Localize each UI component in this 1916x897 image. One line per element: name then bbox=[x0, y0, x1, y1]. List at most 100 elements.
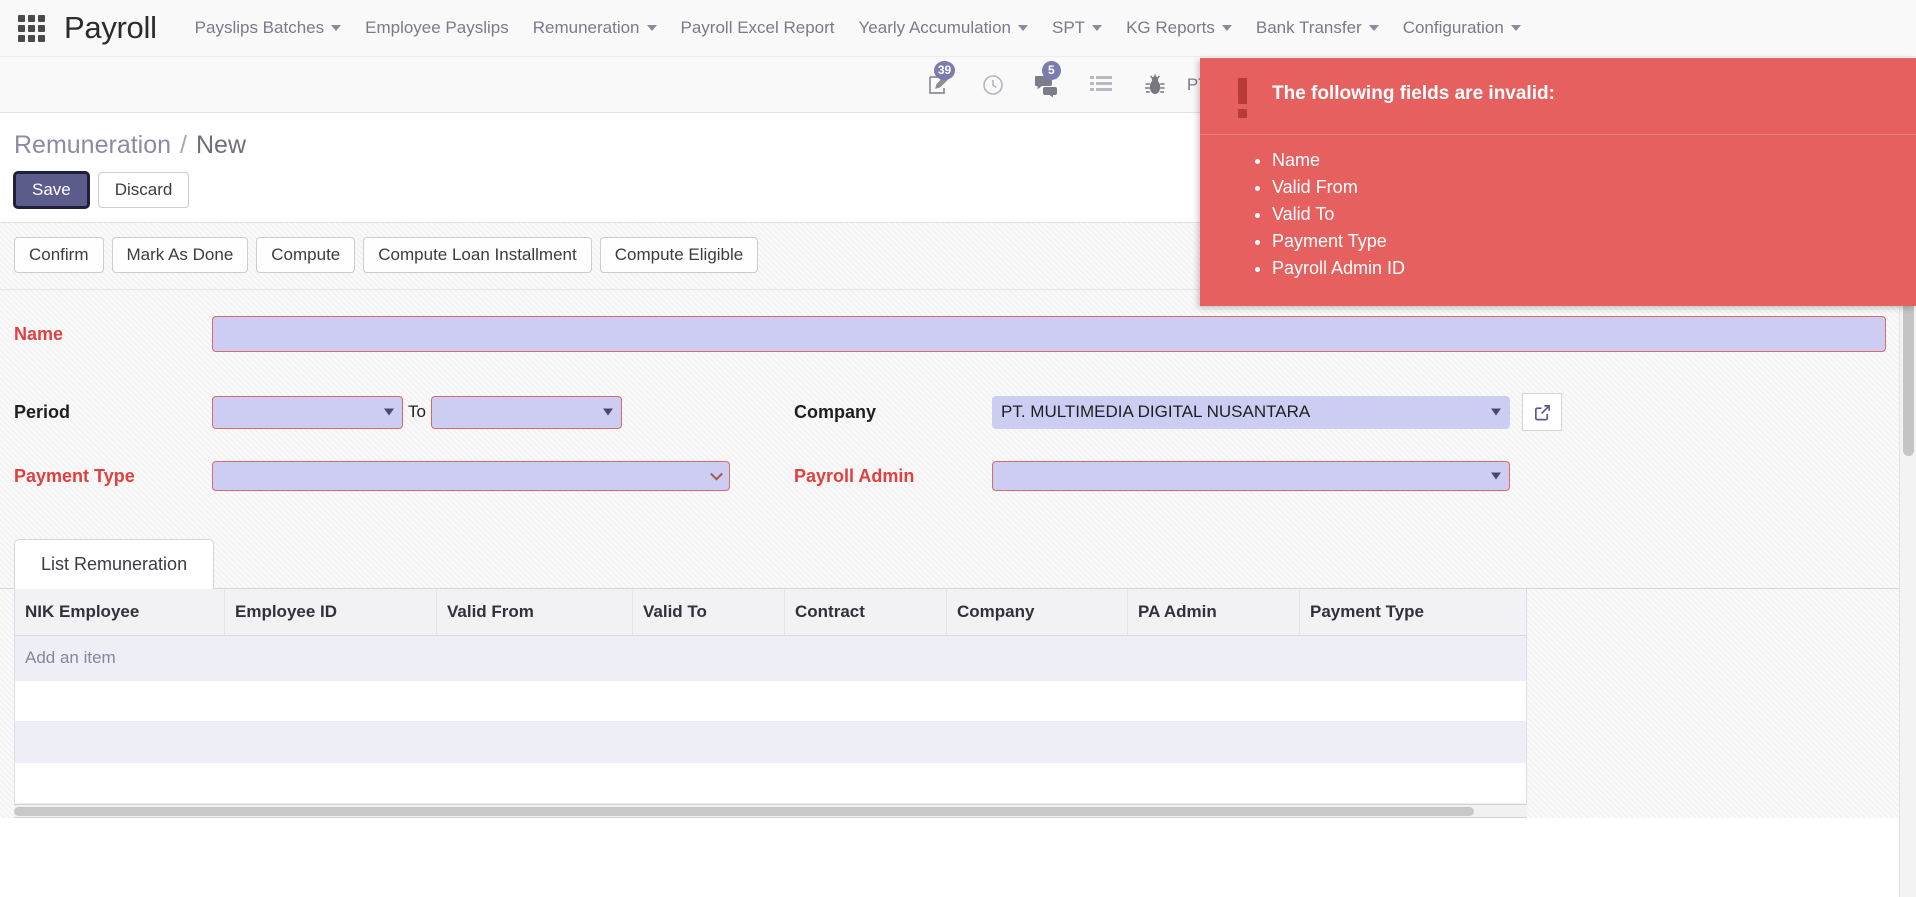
company-select-wrap bbox=[992, 395, 1510, 429]
validation-error-panel[interactable]: The following fields are invalid: Name V… bbox=[1200, 58, 1916, 307]
menu-label: Employee Payslips bbox=[365, 18, 509, 37]
menu-item-spt[interactable]: SPT bbox=[1040, 12, 1114, 44]
table-body: Add an item bbox=[14, 635, 1527, 804]
compute-button[interactable]: Compute bbox=[256, 237, 356, 273]
form-sheet: Confirm Mark As Done Compute Compute Loa… bbox=[0, 222, 1916, 818]
table-header-row: NIK Employee Employee ID Valid From Vali… bbox=[14, 589, 1527, 636]
menu-item-remuneration[interactable]: Remuneration bbox=[521, 12, 669, 44]
chevron-down-icon bbox=[1510, 25, 1521, 31]
error-panel-title: The following fields are invalid: bbox=[1272, 83, 1555, 104]
chevron-down-icon bbox=[1221, 25, 1232, 31]
col-contract[interactable]: Contract bbox=[784, 589, 947, 636]
scrollbar-thumb[interactable] bbox=[14, 807, 1474, 816]
systray-icons: 39 5 bbox=[925, 60, 1169, 100]
empty-cell bbox=[14, 762, 1527, 804]
debug-bug-icon[interactable] bbox=[1141, 70, 1169, 100]
invalid-field-item: Name bbox=[1272, 149, 1896, 172]
apps-grid-icon[interactable] bbox=[14, 11, 48, 45]
period-to-label: To bbox=[408, 402, 426, 421]
period-to-select[interactable] bbox=[430, 395, 622, 429]
menu-label: SPT bbox=[1052, 18, 1086, 37]
activities-badge: 39 bbox=[933, 60, 956, 80]
period-label: Period bbox=[14, 401, 71, 422]
form-columns: Period To Payment Type Company PT. MULTI… bbox=[0, 366, 1916, 526]
payroll-admin-label: Payroll Admin bbox=[794, 465, 915, 486]
col-payment-type[interactable]: Payment Type bbox=[1299, 589, 1527, 636]
mark-as-done-button[interactable]: Mark As Done bbox=[111, 237, 249, 273]
field-row-name: Name bbox=[0, 310, 1916, 358]
period-from-select[interactable] bbox=[212, 395, 403, 429]
error-panel-body: Name Valid From Valid To Payment Type Pa… bbox=[1200, 135, 1916, 306]
breadcrumb-separator: / bbox=[180, 131, 187, 159]
form-right-column: Company PT. MULTIMEDIA DIGITAL NUSANTARA… bbox=[770, 388, 1916, 516]
menu-item-kg-reports[interactable]: KG Reports bbox=[1114, 12, 1244, 44]
payment-type-label: Payment Type bbox=[14, 465, 135, 486]
menu-item-employee-payslips[interactable]: Employee Payslips bbox=[353, 12, 521, 44]
open-company-record-button[interactable] bbox=[1522, 393, 1562, 431]
menu-label: Remuneration bbox=[532, 18, 640, 37]
add-an-item-row[interactable]: Add an item bbox=[14, 635, 1527, 681]
invalid-field-item: Valid To bbox=[1272, 203, 1896, 226]
app-brand-title[interactable]: Payroll bbox=[64, 10, 157, 46]
breadcrumb-parent-link[interactable]: Remuneration bbox=[14, 131, 171, 160]
company-label: Company bbox=[794, 401, 877, 422]
scrollbar-thumb[interactable] bbox=[1903, 296, 1914, 456]
col-company[interactable]: Company bbox=[946, 589, 1128, 636]
table-row[interactable] bbox=[14, 721, 1527, 763]
discard-button[interactable]: Discard bbox=[97, 172, 190, 208]
col-valid-from[interactable]: Valid From bbox=[436, 589, 633, 636]
page-vertical-scrollbar[interactable] bbox=[1899, 290, 1916, 897]
tab-list-remuneration[interactable]: List Remuneration bbox=[14, 539, 215, 589]
breadcrumb-current: New bbox=[195, 131, 246, 159]
menu-label: Payroll Excel Report bbox=[680, 18, 835, 37]
menu-label: KG Reports bbox=[1126, 18, 1215, 37]
menu-item-configuration[interactable]: Configuration bbox=[1391, 12, 1533, 44]
menu-item-payroll-excel-report[interactable]: Payroll Excel Report bbox=[669, 12, 847, 44]
chevron-down-icon bbox=[1368, 25, 1379, 31]
clock-icon[interactable] bbox=[979, 70, 1007, 100]
list-view-icon[interactable] bbox=[1087, 70, 1115, 100]
name-input[interactable] bbox=[212, 316, 1886, 352]
menu-item-yearly-accumulation[interactable]: Yearly Accumulation bbox=[847, 12, 1040, 44]
error-panel-header: The following fields are invalid: bbox=[1200, 58, 1916, 135]
period-from-select-wrap bbox=[212, 395, 403, 429]
chevron-down-icon bbox=[331, 25, 342, 31]
table-horizontal-scrollbar[interactable] bbox=[14, 804, 1527, 818]
notebook: List Remuneration NIK Employee Employee … bbox=[0, 538, 1916, 818]
confirm-button[interactable]: Confirm bbox=[14, 237, 104, 273]
name-label: Name bbox=[14, 323, 64, 344]
col-employee-id[interactable]: Employee ID bbox=[224, 589, 437, 636]
payroll-admin-select-wrap bbox=[992, 461, 1510, 491]
empty-cell bbox=[14, 721, 1527, 763]
col-nik-employee[interactable]: NIK Employee bbox=[14, 589, 225, 636]
field-row-payroll-admin: Payroll Admin bbox=[780, 452, 1916, 500]
activities-edit-icon[interactable]: 39 bbox=[925, 60, 956, 100]
col-pa-admin[interactable]: PA Admin bbox=[1127, 589, 1300, 636]
invalid-field-item: Payment Type bbox=[1272, 230, 1896, 253]
payroll-admin-select[interactable] bbox=[992, 461, 1510, 491]
company-select[interactable] bbox=[992, 395, 1510, 429]
invalid-field-item: Valid From bbox=[1272, 176, 1896, 199]
field-row-payment-type: Payment Type bbox=[0, 452, 770, 500]
field-row-period: Period To bbox=[0, 388, 770, 436]
table-row[interactable] bbox=[14, 762, 1527, 804]
menu-label: Bank Transfer bbox=[1255, 18, 1362, 37]
table-row[interactable] bbox=[14, 680, 1527, 722]
remuneration-lines-table: NIK Employee Employee ID Valid From Vali… bbox=[14, 589, 1527, 804]
chevron-down-icon bbox=[1092, 25, 1103, 31]
payment-type-select-wrap bbox=[212, 461, 730, 491]
save-button[interactable]: Save bbox=[14, 172, 89, 208]
compute-loan-installment-button[interactable]: Compute Loan Installment bbox=[363, 237, 592, 273]
exclamation-icon bbox=[1230, 76, 1254, 118]
messages-chat-icon[interactable]: 5 bbox=[1033, 60, 1061, 100]
payment-type-select[interactable] bbox=[212, 461, 730, 491]
menu-item-bank-transfer[interactable]: Bank Transfer bbox=[1244, 12, 1391, 44]
add-an-item-label[interactable]: Add an item bbox=[14, 635, 1527, 681]
form-left-column: Period To Payment Type bbox=[0, 388, 770, 516]
menu-item-payslips-batches[interactable]: Payslips Batches bbox=[183, 12, 353, 44]
notebook-tabs: List Remuneration bbox=[0, 538, 1916, 589]
main-menu: Payslips Batches Employee Payslips Remun… bbox=[183, 12, 1533, 44]
empty-cell bbox=[14, 680, 1527, 722]
col-valid-to[interactable]: Valid To bbox=[632, 589, 785, 636]
compute-eligible-button[interactable]: Compute Eligible bbox=[599, 237, 759, 273]
